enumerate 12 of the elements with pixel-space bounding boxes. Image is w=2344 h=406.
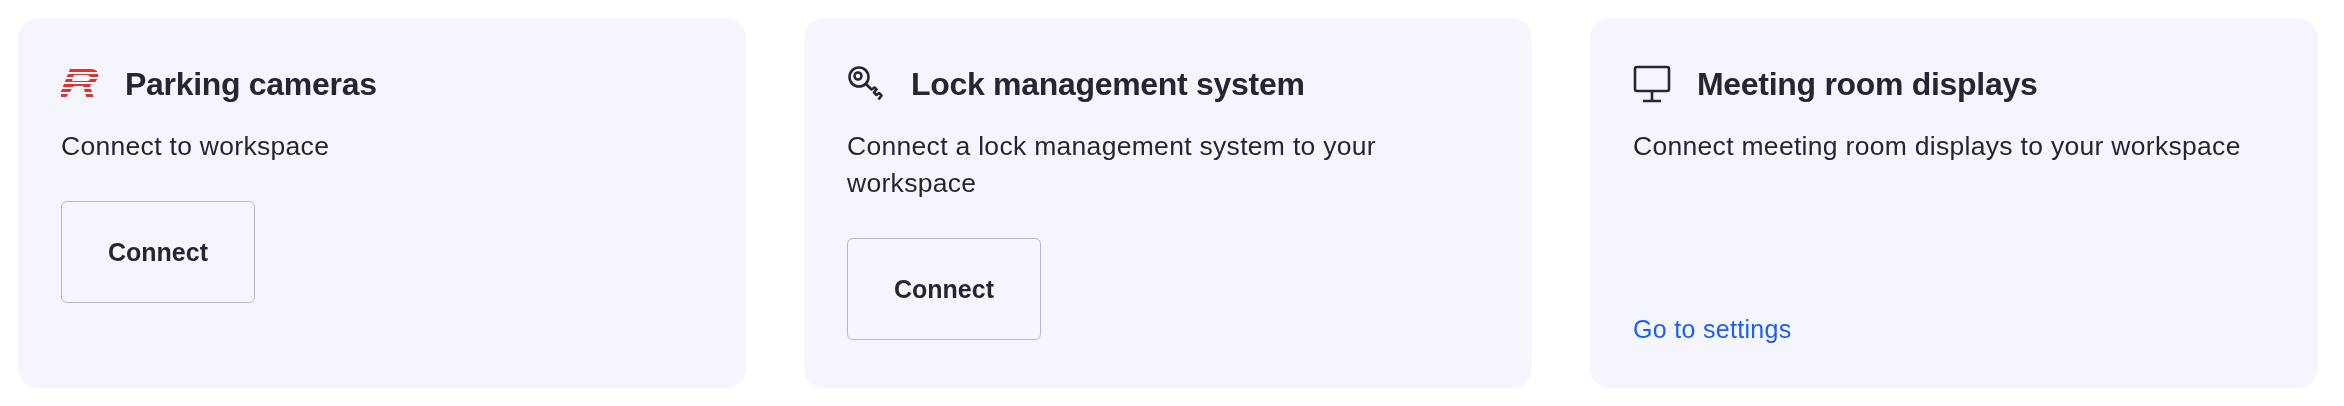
card-description: Connect to workspace bbox=[61, 130, 331, 163]
card-description: Connect a lock management system to your workspace bbox=[847, 130, 1377, 200]
key-icon bbox=[847, 65, 885, 103]
card-description: Connect meeting room displays to your workspace bbox=[1633, 130, 2242, 163]
monitor-icon bbox=[1633, 65, 1671, 103]
connect-button[interactable]: Connect bbox=[61, 201, 255, 303]
card-title: Lock management system bbox=[911, 65, 1305, 103]
card-title: Meeting room displays bbox=[1697, 65, 2038, 103]
striped-r-logo-icon bbox=[61, 69, 99, 99]
connect-button[interactable]: Connect bbox=[847, 238, 1041, 340]
settings-link[interactable]: Go to settings bbox=[1633, 315, 1792, 344]
card-title: Parking cameras bbox=[125, 65, 377, 103]
